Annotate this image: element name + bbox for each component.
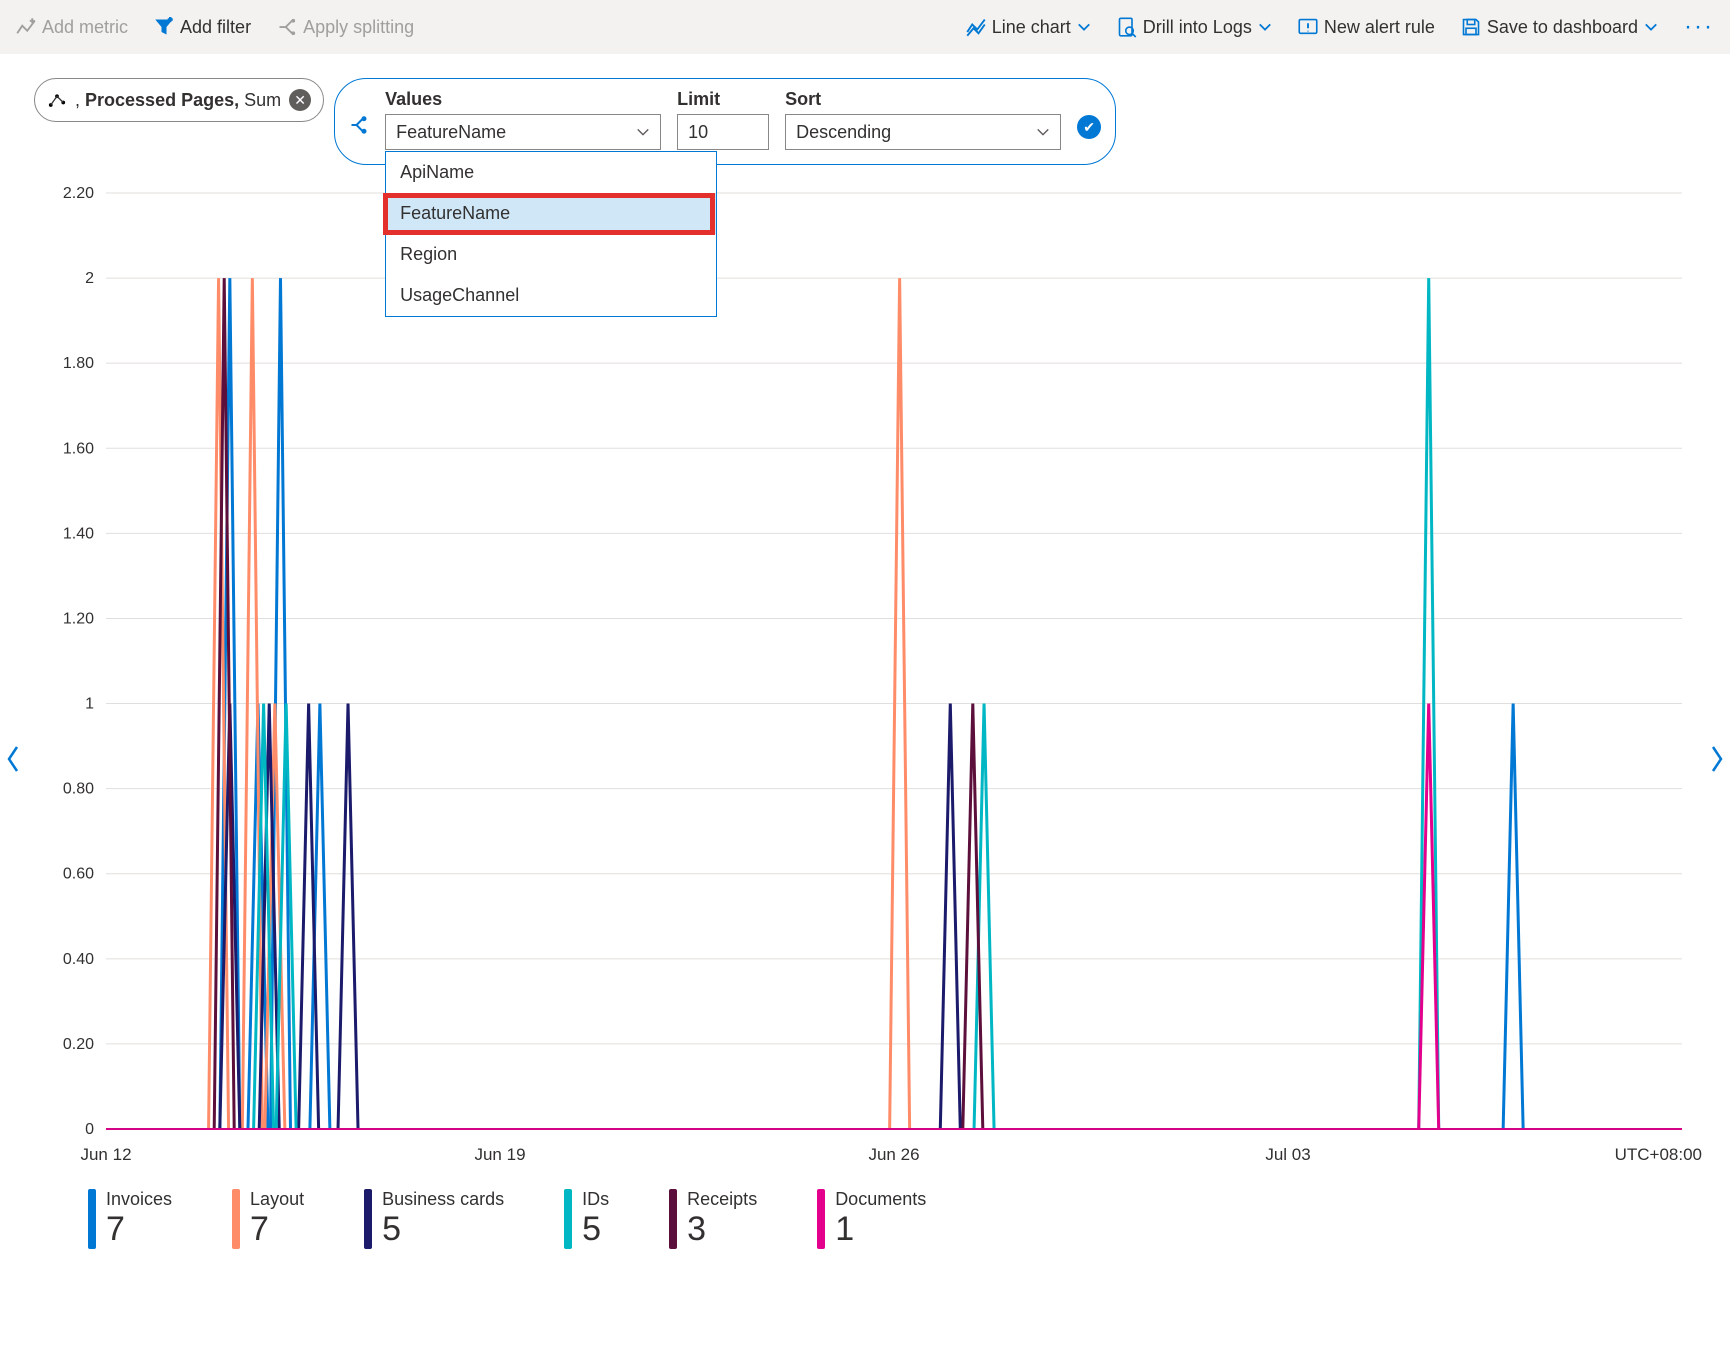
svg-text:0: 0 (85, 1121, 94, 1138)
filter-icon (154, 17, 174, 37)
drill-logs-button[interactable]: Drill into Logs (1109, 11, 1280, 44)
svg-text:1.80: 1.80 (63, 355, 94, 372)
split-series-icon (349, 115, 369, 135)
limit-input[interactable]: 10 (677, 114, 769, 150)
sort-select[interactable]: Descending (785, 114, 1061, 150)
legend-item[interactable]: IDs5 (564, 1189, 609, 1249)
add-metric-icon (16, 17, 36, 37)
save-dashboard-button[interactable]: Save to dashboard (1453, 11, 1666, 44)
add-filter-button[interactable]: Add filter (146, 11, 259, 44)
limit-label: Limit (677, 89, 769, 110)
svg-text:0.20: 0.20 (63, 1036, 94, 1053)
chart-type-label: Line chart (992, 17, 1071, 38)
apply-splitting-label: Apply splitting (303, 17, 414, 38)
timezone-label: UTC+08:00 (1615, 1145, 1702, 1165)
logs-icon (1117, 17, 1137, 37)
legend-color-bar (817, 1189, 825, 1249)
values-option-featurename[interactable]: FeatureName (386, 193, 716, 234)
scroll-right-button[interactable] (1708, 745, 1726, 780)
sort-label: Sort (785, 89, 1061, 110)
metrics-chart: 00.200.400.600.8011.201.401.601.8022.20 … (28, 185, 1702, 1249)
save-icon (1461, 17, 1481, 37)
chevron-down-icon (1644, 20, 1658, 34)
legend-series-name: Business cards (382, 1189, 504, 1210)
chart-type-button[interactable]: Line chart (958, 11, 1099, 44)
svg-text:2.20: 2.20 (63, 185, 94, 202)
values-option-region[interactable]: Region (386, 234, 716, 275)
legend-series-name: Documents (835, 1189, 926, 1210)
svg-text:1: 1 (85, 696, 94, 713)
chevron-down-icon (636, 125, 650, 139)
svg-text:1.20: 1.20 (63, 610, 94, 627)
chart-legend: Invoices7Layout7Business cards5IDs5Recei… (28, 1175, 1702, 1249)
legend-item[interactable]: Receipts3 (669, 1189, 757, 1249)
svg-text:0.80: 0.80 (63, 781, 94, 798)
legend-series-name: Receipts (687, 1189, 757, 1210)
legend-series-total: 3 (687, 1210, 757, 1249)
chart-x-axis: Jun 12 Jun 19 Jun 26 Jul 03 UTC+08:00 (28, 1145, 1702, 1175)
values-option-usagechannel[interactable]: UsageChannel (386, 275, 716, 316)
legend-item[interactable]: Business cards5 (364, 1189, 504, 1249)
x-tick-label: Jun 12 (80, 1145, 131, 1165)
values-option-apiname[interactable]: ApiName (386, 152, 716, 193)
x-tick-label: Jun 26 (868, 1145, 919, 1165)
legend-color-bar (232, 1189, 240, 1249)
add-metric-button[interactable]: Add metric (8, 11, 136, 44)
split-config-pill: Values FeatureName ApiName FeatureName R… (334, 78, 1116, 165)
values-select[interactable]: FeatureName ApiName FeatureName Region U… (385, 114, 661, 150)
more-actions-button[interactable]: ··· (1676, 13, 1722, 41)
add-filter-label: Add filter (180, 17, 251, 38)
chart-plot-area[interactable]: 0 0.20 0.40 0.60 0.80 1 1.20 1.40 1.60 1.80 2 2.20 (28, 185, 1692, 1145)
svg-text:0.60: 0.60 (63, 866, 94, 883)
svg-text:2: 2 (85, 270, 94, 287)
legend-color-bar (88, 1189, 96, 1249)
legend-color-bar (564, 1189, 572, 1249)
legend-series-total: 5 (382, 1210, 504, 1249)
metric-pill-text: , Processed Pages, Sum (75, 90, 281, 111)
legend-series-name: IDs (582, 1189, 609, 1210)
svg-text:1.60: 1.60 (63, 440, 94, 457)
new-alert-button[interactable]: New alert rule (1290, 11, 1443, 44)
chevron-down-icon (1258, 20, 1272, 34)
legend-item[interactable]: Layout7 (232, 1189, 304, 1249)
legend-series-total: 5 (582, 1210, 609, 1249)
split-icon (277, 17, 297, 37)
x-tick-label: Jul 03 (1265, 1145, 1310, 1165)
legend-color-bar (669, 1189, 677, 1249)
legend-item[interactable]: Invoices7 (88, 1189, 172, 1249)
confirm-split-button[interactable]: ✔ (1077, 115, 1101, 139)
alert-icon (1298, 17, 1318, 37)
sort-value: Descending (796, 122, 1028, 143)
metric-series-icon (47, 90, 67, 110)
legend-series-total: 7 (250, 1210, 304, 1249)
apply-splitting-button[interactable]: Apply splitting (269, 11, 422, 44)
legend-series-name: Layout (250, 1189, 304, 1210)
add-metric-label: Add metric (42, 17, 128, 38)
values-label: Values (385, 89, 661, 110)
svg-text:0.40: 0.40 (63, 951, 94, 968)
remove-metric-button[interactable]: ✕ (289, 89, 311, 111)
chevron-down-icon (1036, 125, 1050, 139)
x-tick-label: Jun 19 (474, 1145, 525, 1165)
metrics-toolbar: Add metric Add filter Apply splitting Li… (0, 0, 1730, 54)
limit-value: 10 (688, 122, 708, 143)
legend-color-bar (364, 1189, 372, 1249)
svg-text:1.40: 1.40 (63, 525, 94, 542)
legend-item[interactable]: Documents1 (817, 1189, 926, 1249)
metric-pill[interactable]: , Processed Pages, Sum ✕ (34, 78, 324, 122)
line-chart-icon (966, 17, 986, 37)
legend-series-name: Invoices (106, 1189, 172, 1210)
chevron-down-icon (1077, 20, 1091, 34)
drill-logs-label: Drill into Logs (1143, 17, 1252, 38)
legend-series-total: 7 (106, 1210, 172, 1249)
values-select-value: FeatureName (396, 122, 628, 143)
new-alert-label: New alert rule (1324, 17, 1435, 38)
save-dashboard-label: Save to dashboard (1487, 17, 1638, 38)
values-dropdown: ApiName FeatureName Region UsageChannel (385, 151, 717, 317)
scroll-left-button[interactable] (4, 745, 22, 780)
legend-series-total: 1 (835, 1210, 926, 1249)
